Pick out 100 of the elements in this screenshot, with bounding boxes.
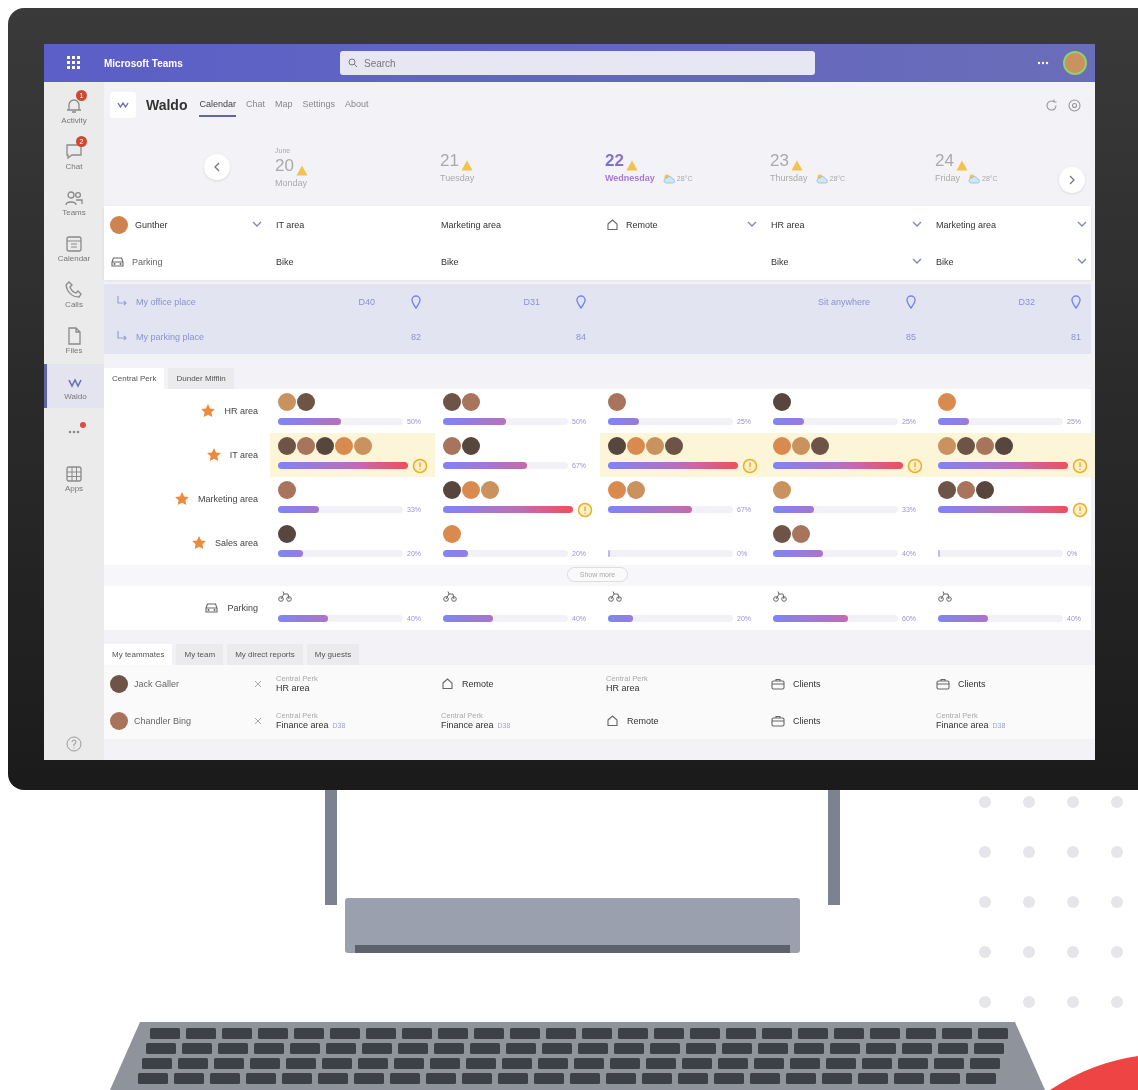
avatar — [278, 524, 296, 543]
star-icon[interactable] — [200, 403, 217, 419]
weekday-label: Thursday — [770, 173, 808, 183]
avatar — [278, 480, 296, 499]
briefcase-icon — [936, 677, 950, 690]
avatar — [110, 711, 128, 730]
avatar — [995, 436, 1013, 455]
team-tab[interactable]: My team — [176, 644, 224, 665]
chevron-down-icon[interactable] — [912, 221, 922, 228]
team-tab[interactable]: My teammates — [104, 644, 173, 665]
app-launcher-icon[interactable] — [67, 56, 81, 70]
area-name: HR area — [224, 406, 258, 416]
avatar — [608, 392, 626, 411]
day-number: 22 — [605, 150, 624, 171]
warning-icon — [295, 164, 308, 176]
chevron-down-icon[interactable] — [1077, 258, 1087, 265]
location-label[interactable]: Marketing area — [936, 219, 1070, 230]
parking-value[interactable]: Bike — [936, 256, 1070, 267]
more-icon — [68, 430, 80, 434]
avatar — [443, 392, 461, 411]
place-value: D31 — [523, 296, 540, 307]
more-icon[interactable] — [1037, 61, 1049, 65]
help-icon[interactable] — [66, 736, 82, 752]
pin-icon[interactable] — [906, 294, 916, 309]
avatar — [627, 480, 645, 499]
avatar — [443, 436, 461, 455]
location-label: Finance area — [936, 720, 989, 730]
nav-tab[interactable]: Settings — [302, 93, 336, 117]
close-icon[interactable] — [254, 716, 262, 725]
pin-icon[interactable] — [576, 294, 586, 309]
place-value: D32 — [1018, 296, 1035, 307]
bike-icon — [278, 589, 292, 602]
chevron-down-icon[interactable] — [912, 258, 922, 265]
avatar — [976, 480, 994, 499]
location-label: Remote — [462, 678, 494, 689]
close-icon[interactable] — [254, 679, 262, 688]
house-icon — [441, 677, 454, 690]
calendar-icon — [64, 233, 84, 254]
settings-icon[interactable] — [1068, 98, 1081, 112]
star-icon[interactable] — [190, 535, 207, 551]
avatar — [354, 436, 372, 455]
avatar — [110, 215, 128, 234]
nav-tab[interactable]: Chat — [246, 93, 266, 117]
location-label[interactable]: HR area — [771, 219, 905, 230]
refresh-icon[interactable] — [1045, 98, 1058, 112]
next-button[interactable] — [1059, 166, 1085, 193]
chevron-down-icon[interactable] — [747, 221, 757, 228]
location-label: Clients — [793, 678, 821, 689]
rail-item[interactable]: Calls — [44, 272, 104, 316]
app-title: Microsoft Teams — [104, 57, 184, 69]
avatar — [608, 436, 626, 455]
weather-icon — [815, 172, 828, 184]
star-icon[interactable] — [205, 447, 222, 463]
nav-tab[interactable]: Calendar — [199, 93, 236, 117]
parking-value: Bike — [441, 256, 460, 267]
location-tab[interactable]: Dunder Mifflin — [168, 368, 234, 389]
team-tab[interactable]: My guests — [306, 644, 360, 665]
weekday-label: Wednesday — [605, 173, 655, 183]
bike-icon — [443, 589, 457, 602]
avatar — [297, 392, 315, 411]
phone-icon — [64, 279, 84, 300]
previous-button[interactable] — [204, 154, 230, 180]
location-label: HR area — [276, 683, 310, 693]
location-label: Clients — [958, 678, 986, 689]
profile-avatar[interactable] — [1063, 51, 1087, 75]
user-name: Gunther — [135, 219, 169, 230]
pin-icon[interactable] — [1071, 294, 1081, 309]
weather-icon — [662, 172, 675, 184]
avatar — [462, 480, 480, 499]
pin-icon[interactable] — [411, 294, 421, 309]
location-label: IT area — [276, 219, 306, 230]
rail-item[interactable]: Files — [44, 318, 104, 362]
avatar — [957, 480, 975, 499]
location-label: Marketing area — [441, 219, 503, 230]
rail-item[interactable]: Teams — [44, 180, 104, 224]
avatar — [773, 524, 791, 543]
rail-item[interactable]: Calendar — [44, 226, 104, 270]
nav-tab[interactable]: About — [345, 93, 369, 117]
team-tab[interactable]: My direct reports — [227, 644, 303, 665]
rail-item[interactable]: Waldo — [44, 364, 104, 408]
sub-arrow-icon — [116, 296, 128, 307]
rail-item[interactable]: Apps — [44, 456, 104, 500]
nav-tab[interactable]: Map — [275, 93, 293, 117]
avatar — [443, 480, 461, 499]
chevron-down-icon[interactable] — [1077, 221, 1087, 228]
chevron-down-icon[interactable] — [252, 221, 262, 228]
avatar — [462, 392, 480, 411]
weekday-label: Monday — [275, 177, 308, 188]
location-label: Finance area — [276, 720, 329, 730]
star-icon[interactable] — [173, 491, 190, 507]
parking-value[interactable]: Bike — [771, 256, 905, 267]
search-field[interactable]: Search — [340, 51, 815, 75]
day-number: 20 — [275, 155, 294, 176]
place-value: 82 — [411, 331, 421, 342]
location-tab[interactable]: Central Perk — [104, 368, 165, 389]
avatar — [608, 480, 626, 499]
location-label[interactable]: Remote — [626, 219, 740, 230]
car-icon — [204, 602, 220, 614]
avatar — [811, 436, 829, 455]
sub-arrow-icon — [116, 331, 128, 342]
